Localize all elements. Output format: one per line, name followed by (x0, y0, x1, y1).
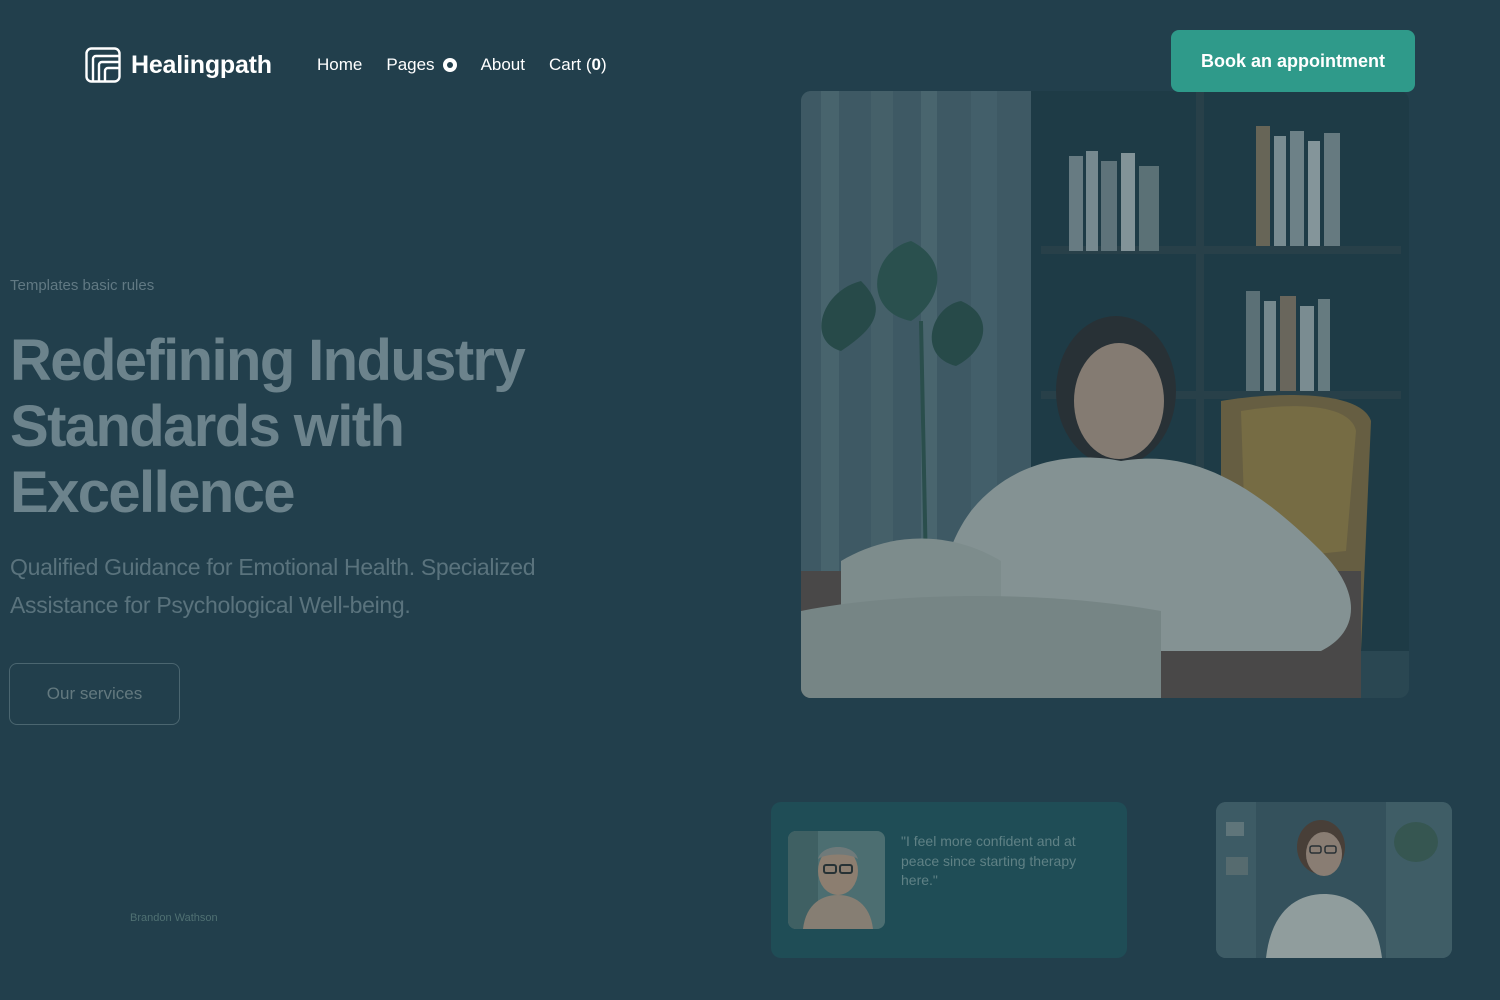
hero-subheadline: Qualified Guidance for Emotional Health.… (10, 554, 536, 618)
cart-count: 0 (591, 55, 601, 74)
cart-label: Cart ( (549, 55, 592, 74)
main-nav: Home Pages About Cart (0) (317, 55, 607, 75)
dropdown-dot-icon (442, 58, 457, 72)
hero-photo (801, 91, 1409, 698)
book-appointment-button[interactable]: Book an appointment (1171, 30, 1415, 92)
testimonial-card: "I feel more confident and at peace sinc… (771, 802, 1127, 958)
testimonial-quote: "I feel more confident and at peace sinc… (901, 833, 1077, 888)
testimonial-author: Brandon Wathson (130, 912, 218, 924)
testimonial-avatar (788, 831, 885, 929)
therapist-photo (1216, 802, 1452, 958)
hero-headline: Redefining Industry Standards with Excel… (10, 328, 526, 525)
cart-label-close: ) (600, 55, 607, 74)
brand-name: Healingpath (131, 50, 272, 79)
nav-pages-label: Pages (386, 55, 435, 74)
nav-cart[interactable]: Cart (0) (549, 55, 607, 75)
hero-eyebrow: Templates basic rules (10, 277, 155, 294)
our-services-button[interactable]: Our services (9, 663, 180, 725)
nav-home[interactable]: Home (317, 55, 362, 75)
nav-pages[interactable]: Pages (386, 55, 457, 75)
nav-about[interactable]: About (481, 55, 525, 75)
logo-icon (85, 47, 121, 83)
brand-logo[interactable]: Healingpath (85, 47, 272, 83)
